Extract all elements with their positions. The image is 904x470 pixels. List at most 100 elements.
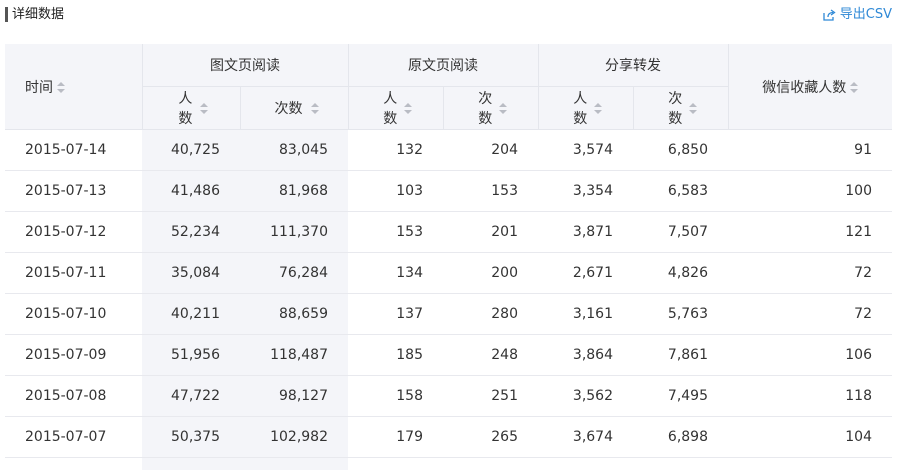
cell-original-times: 201 xyxy=(443,212,538,253)
cell-date: 2015-07-13 xyxy=(5,171,142,212)
cell-empty xyxy=(240,458,348,470)
group-header-share: 分享转发 xyxy=(538,44,728,87)
sort-icon[interactable] xyxy=(689,103,695,114)
table-row: 2015-07-07 50,375 102,982 179 265 3,674 … xyxy=(5,417,892,458)
sub-header-label: 人数 xyxy=(175,88,197,128)
col-header-time-label: 时间 xyxy=(25,80,53,96)
cell-original-people: 153 xyxy=(348,212,443,253)
cell-date: 2015-07-12 xyxy=(5,212,142,253)
cell-original-people: 134 xyxy=(348,253,443,294)
sort-icon[interactable] xyxy=(57,82,65,93)
cell-favorite: 91 xyxy=(728,130,892,171)
cell-date: 2015-07-09 xyxy=(5,335,142,376)
cell-graphic-people: 51,956 xyxy=(142,335,240,376)
cell-graphic-times: 88,659 xyxy=(240,294,348,335)
cell-share-people: 3,864 xyxy=(538,335,633,376)
title-accent-bar xyxy=(5,7,8,22)
sort-icon[interactable] xyxy=(594,103,600,114)
cell-original-people: 132 xyxy=(348,130,443,171)
cell-share-people: 3,161 xyxy=(538,294,633,335)
cell-empty xyxy=(728,458,892,470)
sort-icon[interactable] xyxy=(200,103,206,114)
table-row: 2015-07-12 52,234 111,370 153 201 3,871 … xyxy=(5,212,892,253)
section-title-text: 详细数据 xyxy=(12,7,64,22)
table-row: 2015-07-14 40,725 83,045 132 204 3,574 6… xyxy=(5,130,892,171)
cell-share-times: 6,850 xyxy=(633,130,728,171)
group-header-original-label: 原文页阅读 xyxy=(408,58,478,74)
group-header-original-reads: 原文页阅读 xyxy=(348,44,538,87)
sort-icon[interactable] xyxy=(499,103,505,114)
sub-header-original-people[interactable]: 人数 xyxy=(348,87,443,130)
group-header-share-label: 分享转发 xyxy=(605,58,661,74)
sub-header-label: 次数 xyxy=(666,88,685,128)
cell-original-times: 200 xyxy=(443,253,538,294)
cell-share-times: 5,763 xyxy=(633,294,728,335)
export-icon xyxy=(823,9,836,21)
cell-graphic-times: 111,370 xyxy=(240,212,348,253)
cell-share-times: 7,495 xyxy=(633,376,728,417)
cell-graphic-times: 102,982 xyxy=(240,417,348,458)
cell-graphic-people: 41,486 xyxy=(142,171,240,212)
cell-date: 2015-07-14 xyxy=(5,130,142,171)
cell-share-times: 6,898 xyxy=(633,417,728,458)
cell-favorite: 121 xyxy=(728,212,892,253)
table-row: 2015-07-13 41,486 81,968 103 153 3,354 6… xyxy=(5,171,892,212)
col-header-favorites[interactable]: 微信收藏人数 xyxy=(728,44,892,130)
cell-graphic-people: 50,375 xyxy=(142,417,240,458)
col-header-time[interactable]: 时间 xyxy=(5,44,142,130)
cell-graphic-people: 40,211 xyxy=(142,294,240,335)
cell-share-times: 6,583 xyxy=(633,171,728,212)
cell-graphic-times: 83,045 xyxy=(240,130,348,171)
cell-original-times: 251 xyxy=(443,376,538,417)
table-row: 2015-07-09 51,956 118,487 185 248 3,864 … xyxy=(5,335,892,376)
cell-graphic-people: 40,725 xyxy=(142,130,240,171)
cell-share-times: 7,861 xyxy=(633,335,728,376)
cell-favorite: 118 xyxy=(728,376,892,417)
cell-original-times: 248 xyxy=(443,335,538,376)
cell-date: 2015-07-08 xyxy=(5,376,142,417)
sub-header-graphic-times[interactable]: 次数 xyxy=(240,87,348,130)
cell-favorite: 104 xyxy=(728,417,892,458)
sub-header-original-times[interactable]: 次数 xyxy=(443,87,538,130)
cell-graphic-people: 52,234 xyxy=(142,212,240,253)
sub-header-share-times[interactable]: 次数 xyxy=(633,87,728,130)
cell-original-times: 153 xyxy=(443,171,538,212)
group-header-graphic-label: 图文页阅读 xyxy=(210,58,280,74)
cell-share-people: 3,562 xyxy=(538,376,633,417)
cell-date: 2015-07-11 xyxy=(5,253,142,294)
cell-favorite: 72 xyxy=(728,294,892,335)
cell-share-people: 2,671 xyxy=(538,253,633,294)
sort-icon[interactable] xyxy=(404,103,410,114)
cell-original-people: 103 xyxy=(348,171,443,212)
sub-header-share-people[interactable]: 人数 xyxy=(538,87,633,130)
cell-empty xyxy=(348,458,443,470)
cell-original-people: 137 xyxy=(348,294,443,335)
table-row-partial xyxy=(5,458,892,470)
sort-icon[interactable] xyxy=(850,82,858,93)
cell-original-people: 179 xyxy=(348,417,443,458)
cell-original-people: 158 xyxy=(348,376,443,417)
export-csv-label: 导出CSV xyxy=(840,6,892,24)
cell-original-times: 204 xyxy=(443,130,538,171)
sub-header-label: 次数 xyxy=(476,88,495,128)
table-row: 2015-07-10 40,211 88,659 137 280 3,161 5… xyxy=(5,294,892,335)
cell-favorite: 100 xyxy=(728,171,892,212)
cell-empty xyxy=(538,458,633,470)
sub-header-label: 人数 xyxy=(571,88,590,128)
cell-share-times: 7,507 xyxy=(633,212,728,253)
section-header: 详细数据 导出CSV xyxy=(0,0,904,32)
cell-empty xyxy=(633,458,728,470)
col-header-favorites-label: 微信收藏人数 xyxy=(762,80,846,96)
cell-graphic-people: 35,084 xyxy=(142,253,240,294)
export-csv-link[interactable]: 导出CSV xyxy=(823,6,892,24)
cell-graphic-times: 81,968 xyxy=(240,171,348,212)
cell-share-people: 3,354 xyxy=(538,171,633,212)
table-row: 2015-07-08 47,722 98,127 158 251 3,562 7… xyxy=(5,376,892,417)
sort-icon[interactable] xyxy=(311,103,319,114)
cell-original-times: 265 xyxy=(443,417,538,458)
cell-graphic-people: 47,722 xyxy=(142,376,240,417)
cell-graphic-times: 98,127 xyxy=(240,376,348,417)
group-header-graphic-reads: 图文页阅读 xyxy=(142,44,348,87)
cell-original-times: 280 xyxy=(443,294,538,335)
sub-header-graphic-people[interactable]: 人数 xyxy=(142,87,240,130)
